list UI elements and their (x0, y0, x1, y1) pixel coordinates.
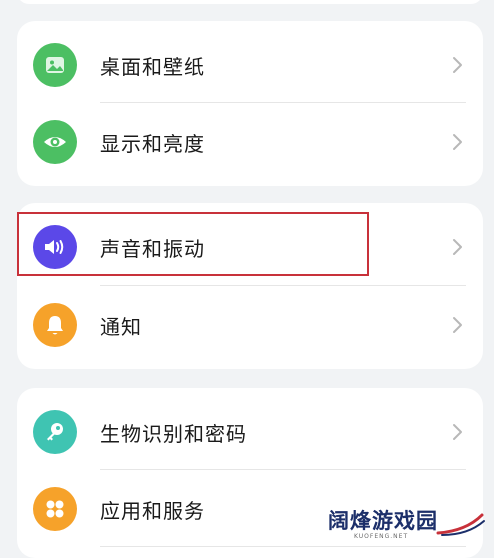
bell-icon (33, 303, 77, 347)
image-icon (33, 43, 77, 87)
settings-item-biometrics-password[interactable]: 生物识别和密码 (17, 394, 483, 470)
settings-item-label: 生物识别和密码 (100, 421, 247, 446)
eye-icon (33, 120, 77, 164)
chevron-right-icon (453, 424, 462, 440)
chevron-right-icon (453, 317, 462, 333)
highlight-box (17, 212, 369, 276)
swoosh-icon (436, 513, 485, 536)
settings-item-wallpaper[interactable]: 桌面和壁纸 (17, 27, 483, 103)
chevron-right-icon (453, 134, 462, 150)
settings-item-label: 显示和亮度 (100, 131, 205, 156)
settings-group-top-partial (17, 0, 483, 4)
divider (100, 285, 466, 286)
settings-item-label: 桌面和壁纸 (100, 54, 205, 79)
settings-group-display: 桌面和壁纸 显示和亮度 (17, 21, 483, 186)
chevron-right-icon (453, 239, 462, 255)
apps-grid-icon (33, 487, 77, 531)
watermark-logo: 阔烽游戏园 KUOFENG.NET (328, 505, 488, 545)
watermark-subtitle: KUOFENG.NET (354, 533, 409, 540)
watermark-title: 阔烽游戏园 (328, 509, 438, 533)
settings-item-display-brightness[interactable]: 显示和亮度 (17, 104, 483, 180)
key-icon (33, 410, 77, 454)
divider (100, 102, 466, 103)
divider (100, 469, 466, 470)
chevron-right-icon (453, 57, 462, 73)
settings-item-label: 应用和服务 (100, 498, 205, 523)
settings-item-label: 通知 (100, 314, 142, 339)
settings-item-notifications[interactable]: 通知 (17, 287, 483, 363)
